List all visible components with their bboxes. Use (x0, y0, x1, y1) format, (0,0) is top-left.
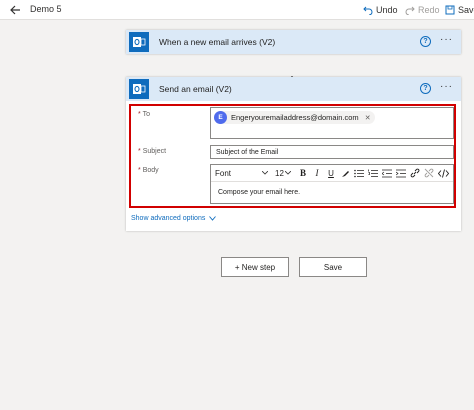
command-bar: Demo 5 Undo Redo Save (0, 0, 474, 20)
numbered-list-icon[interactable] (367, 167, 379, 179)
subject-value: Subject of the Email (216, 149, 279, 156)
subject-label: * Subject (138, 148, 167, 155)
font-size-value: 12 (275, 168, 284, 178)
chevron-down-icon (209, 216, 217, 221)
help-icon[interactable]: ? (420, 36, 431, 47)
remove-recipient-icon[interactable]: ✕ (365, 114, 371, 122)
underline-icon[interactable]: U (325, 167, 337, 179)
recipient-email: Engeryouremailaddress@domain.com (231, 113, 359, 122)
subject-input[interactable]: Subject of the Email (210, 145, 454, 159)
bullet-list-icon[interactable] (353, 167, 365, 179)
flow-canvas: When a new email arrives (V2) ? ··· Send… (0, 21, 474, 410)
font-size-select[interactable]: 12 (275, 169, 295, 178)
decrease-indent-icon[interactable] (381, 167, 393, 179)
outlook-icon (129, 79, 149, 99)
trigger-card[interactable]: When a new email arrives (V2) ? ··· (126, 30, 461, 54)
to-label: * To (138, 111, 150, 118)
show-advanced-options-link[interactable]: Show advanced options (131, 215, 217, 222)
save-button[interactable]: Save (299, 257, 367, 277)
send-email-card-title: Send an email (V2) (159, 84, 232, 94)
undo-label: Undo (376, 5, 398, 15)
save-icon (445, 5, 455, 15)
flow-name: Demo 5 (30, 4, 62, 14)
save-top-button[interactable]: Save (445, 3, 474, 17)
increase-indent-icon[interactable] (395, 167, 407, 179)
avatar: E (214, 111, 227, 124)
undo-icon (363, 6, 373, 15)
body-editor[interactable]: Font 12 B I U Compose your email here. (210, 164, 454, 204)
redo-label: Redo (418, 5, 440, 15)
body-value: Compose your email here. (218, 189, 301, 196)
redo-icon (405, 6, 415, 15)
chevron-down-icon (262, 171, 268, 175)
body-label: * Body (138, 167, 159, 174)
send-email-card-header[interactable]: Send an email (V2) ? ··· (126, 77, 461, 101)
to-field[interactable]: E Engeryouremailaddress@domain.com ✕ (210, 107, 454, 139)
send-email-card: Send an email (V2) ? ··· * To E Engeryou… (126, 77, 461, 231)
rich-text-toolbar: Font 12 B I U (211, 165, 453, 182)
advanced-options-label: Show advanced options (131, 215, 206, 222)
trigger-card-header[interactable]: When a new email arrives (V2) ? ··· (126, 30, 461, 54)
chevron-down-icon (284, 171, 291, 175)
new-step-button[interactable]: + New step (221, 257, 289, 277)
italic-icon[interactable]: I (311, 167, 323, 179)
redo-button[interactable]: Redo (405, 3, 440, 17)
recipient-chip[interactable]: E Engeryouremailaddress@domain.com ✕ (214, 111, 375, 124)
back-arrow-icon[interactable] (8, 3, 22, 17)
save-label: Save (323, 262, 343, 272)
more-options-icon[interactable]: ··· (440, 81, 453, 92)
undo-button[interactable]: Undo (363, 3, 398, 17)
code-view-icon[interactable] (437, 167, 449, 179)
highlight-box: * To E Engeryouremailaddress@domain.com … (129, 104, 456, 208)
trigger-card-title: When a new email arrives (V2) (159, 37, 276, 47)
font-value: Font (215, 168, 232, 178)
outlook-icon (129, 32, 149, 52)
link-icon[interactable] (409, 167, 421, 179)
bold-icon[interactable]: B (297, 167, 309, 179)
help-icon[interactable]: ? (420, 83, 431, 94)
more-options-icon[interactable]: ··· (440, 34, 453, 45)
save-top-label: Save (458, 5, 474, 15)
new-step-label: + New step (234, 262, 276, 272)
send-email-card-body: * To E Engeryouremailaddress@domain.com … (126, 101, 461, 231)
unlink-icon[interactable] (423, 167, 435, 179)
font-select[interactable]: Font (215, 169, 271, 178)
highlight-pen-icon[interactable] (339, 167, 351, 179)
